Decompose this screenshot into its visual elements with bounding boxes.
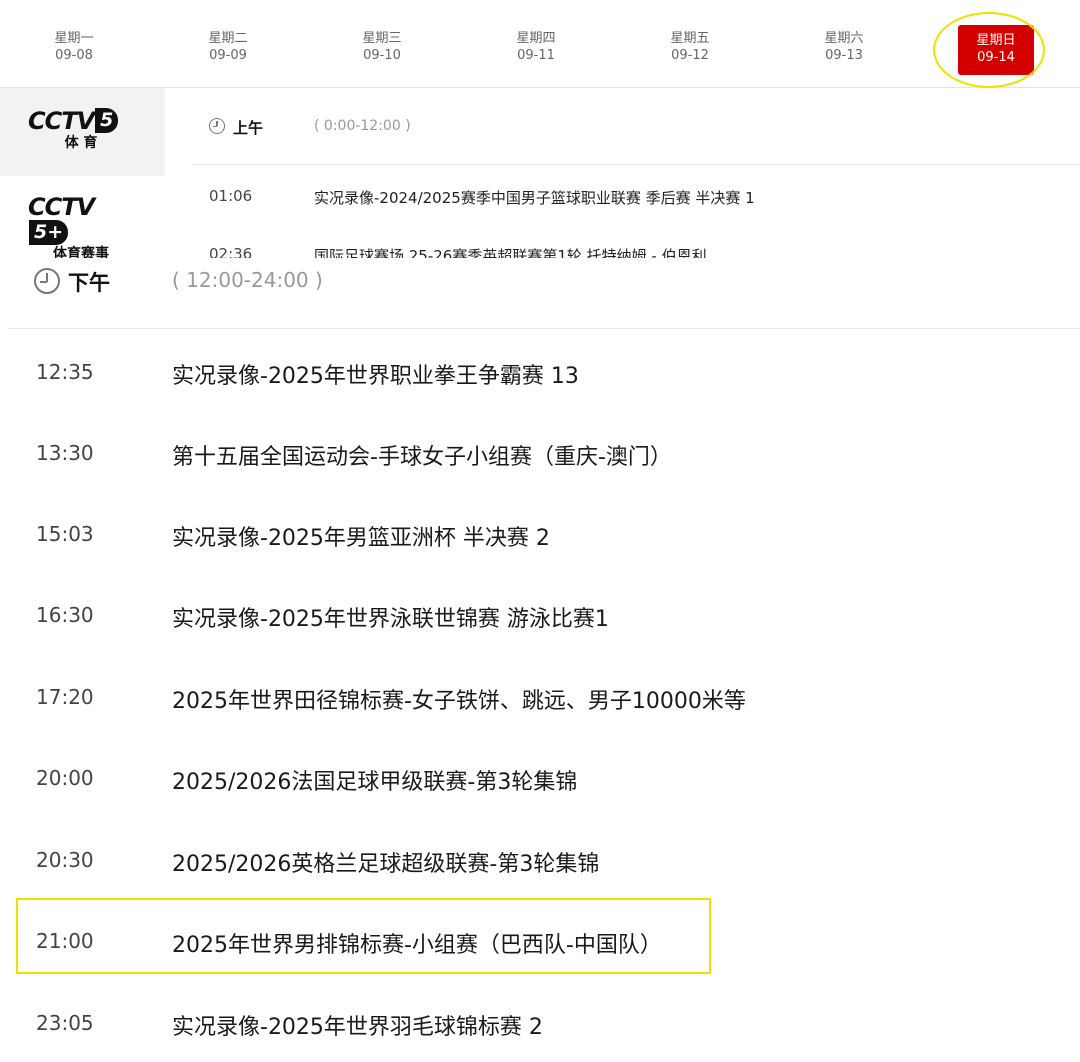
program-title: 实况录像-2024/2025赛季中国男子篮球职业联赛 季后赛 半决赛 1 — [314, 189, 755, 207]
morning-schedule: 上午 ( 0:00-12:00 ) 01:06 实况录像-2024/2025赛季… — [192, 98, 1080, 258]
morning-header: 上午 ( 0:00-12:00 ) — [192, 98, 1080, 165]
day-weekday: 星期四 — [516, 31, 556, 46]
logo-subtitle: 体 育 — [64, 135, 98, 151]
program-title: 实况录像-2025年世界职业拳王争霸赛 13 — [172, 364, 579, 389]
day-date: 09-13 — [825, 48, 863, 63]
day-date: 09-09 — [209, 48, 247, 63]
period-range: ( 12:00-24:00 ) — [172, 268, 323, 292]
logo-text: CCTV — [28, 107, 95, 135]
program-time: 15:03 — [36, 522, 94, 546]
day-weekday: 星期二 — [208, 31, 248, 46]
day-tab-thu[interactable]: 星期四 09-11 — [496, 30, 576, 64]
day-date: 09-10 — [363, 48, 401, 63]
afternoon-header: 下午 ( 12:00-24:00 ) — [8, 258, 1080, 329]
program-time: 01:06 — [209, 187, 253, 205]
program-time: 17:20 — [36, 685, 94, 709]
program-row[interactable]: 12:35 实况录像-2025年世界职业拳王争霸赛 13 — [0, 330, 1080, 411]
program-title: 国际足球赛场 25-26赛季英超联赛第1轮 托特纳姆 - 伯恩利 — [314, 247, 707, 258]
period-label: 上午 — [233, 119, 264, 137]
program-title: 2025年世界田径锦标赛-女子铁饼、跳远、男子10000米等 — [172, 689, 746, 714]
program-time: 20:30 — [36, 848, 94, 872]
program-row[interactable]: 16:30 实况录像-2025年世界泳联世锦赛 游泳比赛1 — [0, 573, 1080, 654]
day-weekday: 星期日 — [976, 33, 1016, 48]
day-tab-tue[interactable]: 星期二 09-09 — [188, 30, 268, 64]
program-title: 实况录像-2025年男篮亚洲杯 半决赛 2 — [172, 526, 550, 551]
logo-badge: 5+ — [29, 220, 69, 245]
period-label: 下午 — [68, 271, 110, 295]
channel-cctv5[interactable]: CCTV 5 体 育 — [0, 88, 165, 176]
day-date: 09-08 — [55, 48, 93, 63]
program-row[interactable]: 15:03 实况录像-2025年男篮亚洲杯 半决赛 2 — [0, 492, 1080, 573]
program-row[interactable]: 17:20 2025年世界田径锦标赛-女子铁饼、跳远、男子10000米等 — [0, 655, 1080, 736]
day-tab-sat[interactable]: 星期六 09-13 — [804, 30, 884, 64]
program-row-highlighted[interactable]: 21:00 2025年世界男排锦标赛-小组赛（巴西队-中国队） — [0, 899, 1080, 980]
program-row[interactable]: 20:00 2025/2026法国足球甲级联赛-第3轮集锦 — [0, 736, 1080, 817]
program-time: 21:00 — [36, 929, 94, 953]
day-date: 09-11 — [517, 48, 555, 63]
day-weekday: 星期三 — [362, 31, 402, 46]
channel-cctv5-plus[interactable]: CCTV5+ 体育赛事 — [0, 176, 165, 262]
clock-icon — [209, 118, 225, 134]
day-weekday: 星期一 — [54, 31, 94, 46]
program-row[interactable]: 13:30 第十五届全国运动会-手球女子小组赛（重庆-澳门） — [0, 411, 1080, 492]
day-date: 09-12 — [671, 48, 709, 63]
program-row[interactable]: 20:30 2025/2026英格兰足球超级联赛-第3轮集锦 — [0, 818, 1080, 899]
day-tab-wed[interactable]: 星期三 09-10 — [342, 30, 422, 64]
logo-badge: 5 — [95, 108, 119, 133]
day-tab-mon[interactable]: 星期一 09-08 — [34, 30, 114, 64]
day-weekday: 星期五 — [670, 31, 710, 46]
program-title: 实况录像-2025年世界羽毛球锦标赛 2 — [172, 1015, 543, 1040]
program-time: 20:00 — [36, 766, 94, 790]
day-weekday: 星期六 — [824, 31, 864, 46]
program-time: 16:30 — [36, 603, 94, 627]
program-title: 2025/2026法国足球甲级联赛-第3轮集锦 — [172, 770, 578, 795]
program-time: 12:35 — [36, 360, 94, 384]
period-range: ( 0:00-12:00 ) — [314, 118, 411, 134]
program-title: 2025年世界男排锦标赛-小组赛（巴西队-中国队） — [172, 933, 662, 958]
logo-text: CCTV — [28, 193, 95, 221]
program-title: 第十五届全国运动会-手球女子小组赛（重庆-澳门） — [172, 445, 672, 470]
program-title: 实况录像-2025年世界泳联世锦赛 游泳比赛1 — [172, 607, 609, 632]
clock-icon — [34, 268, 60, 294]
day-tabs: 星期一 09-08 星期二 09-09 星期三 09-10 星期四 09-11 … — [0, 0, 1080, 88]
program-title: 2025/2026英格兰足球超级联赛-第3轮集锦 — [172, 852, 600, 877]
program-time: 13:30 — [36, 441, 94, 465]
program-time: 02:36 — [209, 245, 253, 258]
day-tab-sun-selected[interactable]: 星期日 09-14 — [958, 25, 1034, 75]
program-time: 23:05 — [36, 1011, 94, 1035]
cctv5-plus-logo: CCTV5+ 体育赛事 — [28, 194, 134, 263]
day-date: 09-14 — [977, 50, 1015, 65]
day-tab-fri[interactable]: 星期五 09-12 — [650, 30, 730, 64]
cctv5-logo: CCTV 5 体 育 — [28, 108, 134, 152]
